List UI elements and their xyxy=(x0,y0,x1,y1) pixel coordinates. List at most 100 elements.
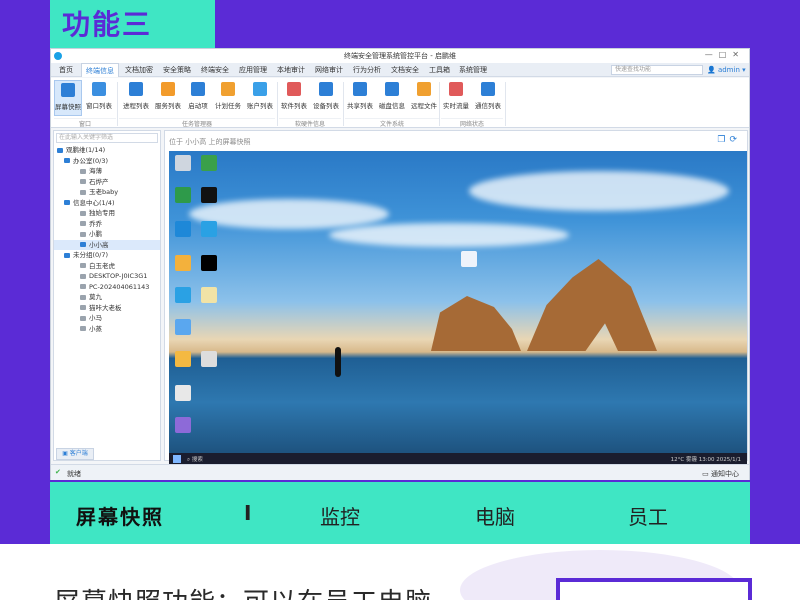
ribbon-screen-snapshot[interactable]: 屏幕快照 xyxy=(54,80,82,116)
feature-bar: 屏幕快照 I 监控 电脑 员工 xyxy=(50,482,750,544)
window-controls[interactable]: —□✕ xyxy=(705,50,745,59)
window-title: 终端安全管理系统管控平台 - 启鹏维 xyxy=(344,52,456,60)
desktop-app-icon[interactable] xyxy=(175,287,191,303)
tree-node-pc[interactable]: 乔乔 xyxy=(54,219,160,230)
ribbon-startup-items[interactable]: 启动项 xyxy=(185,80,211,116)
desktop-app-icon[interactable] xyxy=(175,319,191,335)
copy-icon[interactable]: ❐ xyxy=(717,135,729,145)
computer-icon xyxy=(80,231,86,237)
ribbon-device-list[interactable]: 设备列表 xyxy=(311,80,341,116)
maximize-icon[interactable]: □ xyxy=(719,50,733,59)
menu-home[interactable]: 首页 xyxy=(55,63,77,77)
tree-node-pc[interactable]: 小蒸 xyxy=(54,324,160,335)
desktop-app-icon[interactable] xyxy=(201,221,217,237)
search-icon: ⌕ xyxy=(187,457,191,463)
tree-filter-input[interactable]: 在此输入关键字筛选 xyxy=(56,133,158,143)
tree-node-group[interactable]: 信息中心(1/4) xyxy=(54,198,160,209)
ribbon-service-list[interactable]: 服务列表 xyxy=(153,80,183,116)
desktop-app-icon[interactable] xyxy=(175,417,191,433)
tree-node-pc[interactable]: 白玉老虎 xyxy=(54,261,160,272)
folder-icon[interactable] xyxy=(201,287,217,303)
desktop-file-icon[interactable] xyxy=(461,251,477,267)
service-icon xyxy=(161,82,175,96)
tree-node-group[interactable]: 办公室(0/3) xyxy=(54,156,160,167)
menu-app-management[interactable]: 应用管理 xyxy=(235,63,271,77)
tree-node-pc[interactable]: 小鹏 xyxy=(54,229,160,240)
menu-system-management[interactable]: 系统管理 xyxy=(455,63,491,77)
tree-node-group[interactable]: 未分组(0/7) xyxy=(54,250,160,261)
menu-toolbox[interactable]: 工具箱 xyxy=(425,63,454,77)
desktop-app-icon[interactable] xyxy=(175,187,191,203)
screen-snapshot-panel: 位于 小小高 上的屏幕快照 ❐⟳ ⌕ 搜索 12°C 雾霾 13:00 2025… xyxy=(164,130,748,465)
feature-separator: I xyxy=(244,501,252,525)
qq-icon[interactable] xyxy=(201,187,217,203)
refresh-icon[interactable]: ⟳ xyxy=(729,135,741,145)
menu-network-audit[interactable]: 网络审计 xyxy=(311,63,347,77)
phone-icon xyxy=(481,82,495,96)
computer-icon xyxy=(80,305,86,310)
ribbon-scheduled-tasks[interactable]: 计划任务 xyxy=(213,80,243,116)
client-tree-panel: 在此输入关键字筛选 观鹏维(1/14) 办公室(0/3) 海薄 石烨产 玉老ba… xyxy=(53,130,161,461)
ribbon-disk-info[interactable]: 磁盘信息 xyxy=(377,80,407,116)
ribbon-group-network-status: 网络状态 xyxy=(441,118,503,128)
tree-node-pc[interactable]: 海薄 xyxy=(54,166,160,177)
desktop-file-icon[interactable] xyxy=(175,385,191,401)
recycle-bin-icon[interactable] xyxy=(175,155,191,171)
desktop-file-icon[interactable] xyxy=(201,351,217,367)
tree-node-pc-selected[interactable]: 小小高 xyxy=(54,239,160,250)
ribbon-share-list[interactable]: 共享列表 xyxy=(345,80,375,116)
menu-security-policy[interactable]: 安全策略 xyxy=(159,63,195,77)
menu-terminal-security[interactable]: 终端安全 xyxy=(197,63,233,77)
process-icon xyxy=(129,82,143,96)
menu-doc-security[interactable]: 文档安全 xyxy=(387,63,423,77)
ribbon-group-window: 窗口 xyxy=(54,118,116,128)
menu-terminal-info[interactable]: 终端信息 xyxy=(81,63,119,77)
ribbon-communication-list[interactable]: 通信列表 xyxy=(473,80,503,116)
tree-node-pc[interactable]: 莫九 xyxy=(54,292,160,303)
notification-center[interactable]: ▭ 通知中心 xyxy=(702,469,739,479)
close-icon[interactable]: ✕ xyxy=(732,50,745,59)
feature-caption: 屏幕快照功能：可以在员工电脑 xyxy=(54,582,432,600)
ribbon-account-list[interactable]: 账户列表 xyxy=(245,80,275,116)
user-name: admin xyxy=(717,66,740,74)
sea-arch-rock xyxy=(527,259,657,351)
tree-node-root[interactable]: 观鹏维(1/14) xyxy=(54,145,160,156)
tree-node-pc[interactable]: 猫咔大老板 xyxy=(54,303,160,314)
tree-node-pc[interactable]: DESKTOP-J0IC3G1 xyxy=(54,271,160,282)
menu-behavior-analysis[interactable]: 行为分析 xyxy=(349,63,385,77)
desktop-app-icon[interactable] xyxy=(175,351,191,367)
tree-node-pc[interactable]: 独始专用 xyxy=(54,208,160,219)
status-ready: 就绪 xyxy=(67,470,81,478)
ribbon-realtime-traffic[interactable]: 实时流量 xyxy=(441,80,471,116)
taskbar-search: ⌕ 搜索 xyxy=(187,457,203,463)
cloud xyxy=(469,171,729,211)
computer-icon xyxy=(80,189,86,195)
minimize-icon[interactable]: — xyxy=(705,50,719,59)
computer-icon xyxy=(80,326,86,331)
account-icon xyxy=(253,82,267,96)
computer-icon xyxy=(80,263,86,268)
menu-local-audit[interactable]: 本地审计 xyxy=(273,63,309,77)
ribbon-software-list[interactable]: 软件列表 xyxy=(279,80,309,116)
bell-icon: ▭ xyxy=(702,470,709,478)
edge-icon[interactable] xyxy=(175,221,191,237)
tab-clients[interactable]: ▣ 客户端 xyxy=(56,448,94,460)
tree-node-pc[interactable]: 小马 xyxy=(54,313,160,324)
desktop-app-icon[interactable] xyxy=(201,255,217,271)
taskbar-tray: 12°C 雾霾 13:00 2025/1/1 xyxy=(670,457,741,463)
runner-silhouette xyxy=(335,347,341,377)
tree-node-pc[interactable]: 石烨产 xyxy=(54,177,160,188)
ribbon-process-list[interactable]: 进程列表 xyxy=(121,80,151,116)
quick-search-input[interactable]: 快速查找功能 xyxy=(611,65,703,75)
desktop-app-icon[interactable] xyxy=(175,255,191,271)
ribbon-remote-files[interactable]: 远程文件 xyxy=(409,80,439,116)
user-menu[interactable]: 👤 admin ▾ xyxy=(707,63,746,77)
desktop-app-icon[interactable] xyxy=(201,155,217,171)
preview-frame xyxy=(556,578,752,600)
tree-node-pc[interactable]: 玉老baby xyxy=(54,187,160,198)
menu-doc-encrypt[interactable]: 文档加密 xyxy=(121,63,157,77)
camera-icon xyxy=(61,83,75,97)
tree-node-pc[interactable]: PC-202404061143 xyxy=(54,282,160,293)
ribbon-window-list[interactable]: 窗口列表 xyxy=(84,80,114,116)
ribbon-separator xyxy=(117,82,118,126)
